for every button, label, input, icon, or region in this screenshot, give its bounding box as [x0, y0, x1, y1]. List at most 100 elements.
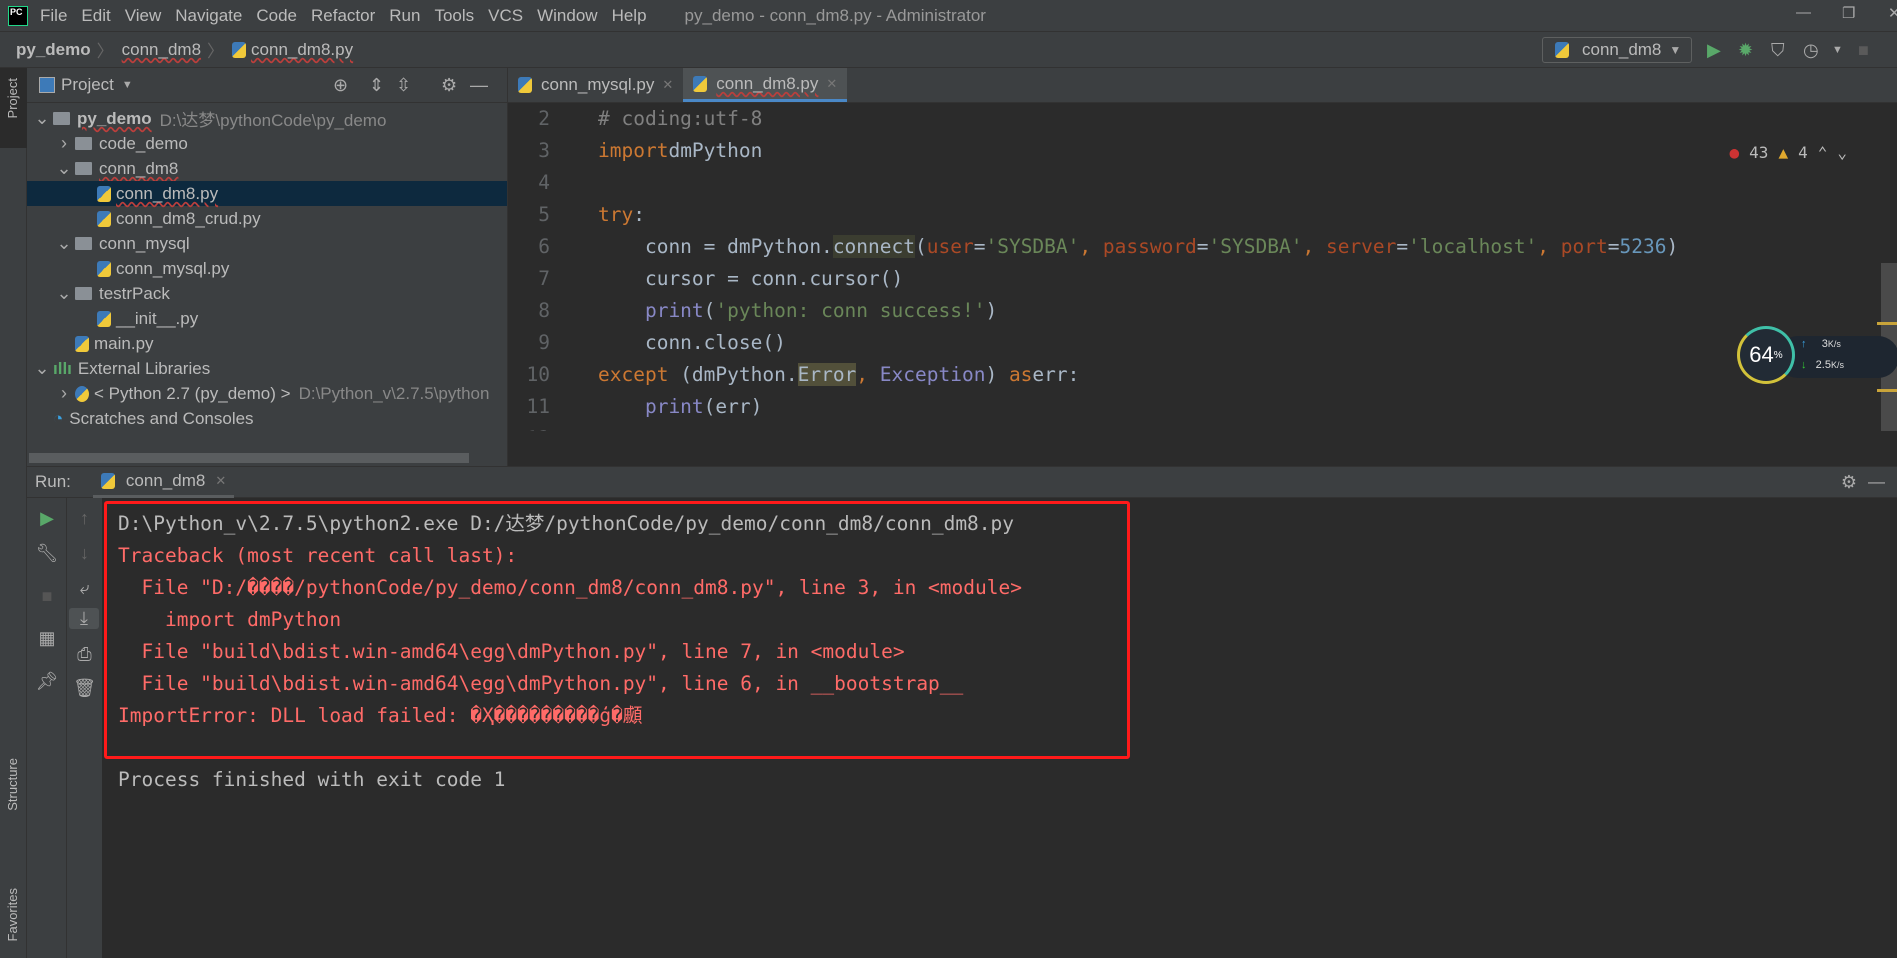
trash-icon[interactable]: 🗑︎: [67, 678, 102, 699]
menu-code[interactable]: Code: [256, 6, 297, 26]
code-text: try:: [598, 199, 645, 231]
line-number: 4: [538, 171, 550, 194]
chevron-right-icon[interactable]: ›: [53, 383, 75, 404]
menu-view[interactable]: View: [125, 6, 162, 26]
menu-bar: PC File Edit View Navigate Code Refactor Run To…: [0, 0, 1897, 32]
favorites-tool-button[interactable]: Favorites: [5, 888, 20, 941]
code-line: 11 print(err): [508, 391, 1897, 423]
tree-item[interactable]: ⌄ ıllı External Libraries: [27, 356, 507, 381]
code-token: port: [1560, 235, 1608, 258]
stop-icon[interactable]: ■: [27, 586, 67, 607]
previous-problem-icon[interactable]: ⌃: [1818, 143, 1828, 162]
stop-icon[interactable]: ■: [1858, 40, 1869, 61]
tab-conn-mysql-py[interactable]: conn_mysql.py ✕: [508, 68, 683, 102]
collapse-all-icon[interactable]: ⇳: [396, 75, 411, 96]
code-token: :: [633, 203, 645, 226]
inspection-widget[interactable]: ● 43 ▲ 4 ⌃ ⌄: [1730, 143, 1847, 162]
folder-icon: [75, 287, 92, 300]
tree-item[interactable]: conn_dm8_crud.py: [27, 206, 507, 231]
run-console[interactable]: D:\Python_v\2.7.5\python2.exe D:/达梦/pyth…: [102, 498, 1897, 958]
gear-icon[interactable]: ⚙: [441, 75, 457, 96]
gear-icon[interactable]: ⚙: [1841, 472, 1857, 493]
close-icon[interactable]: ✕: [662, 77, 673, 93]
layout-icon[interactable]: ▦: [27, 628, 67, 649]
pin-icon[interactable]: 📌︎: [27, 671, 67, 692]
tree-item[interactable]: __init__.py: [27, 306, 507, 331]
rerun-icon[interactable]: ▶: [27, 508, 67, 529]
tree-item[interactable]: › code_demo: [27, 131, 507, 156]
tree-item[interactable]: main.py: [27, 331, 507, 356]
tree-item[interactable]: › < Python 2.7 (py_demo) > D:\Python_v\2.7…: [27, 381, 507, 406]
project-panel-title[interactable]: Project: [61, 75, 114, 95]
code-text: # coding:utf-8: [598, 103, 762, 135]
menu-edit[interactable]: Edit: [81, 6, 110, 26]
warning-icon: ▲: [1778, 143, 1789, 162]
pycharm-logo-icon: PC: [8, 5, 28, 26]
error-count: 43: [1749, 143, 1769, 162]
close-window-button[interactable]: ✕: [1888, 4, 1897, 22]
run-configuration-select[interactable]: conn_dm8 ▼: [1542, 37, 1692, 63]
chevron-down-icon[interactable]: ⌄: [31, 108, 53, 129]
chevron-right-icon[interactable]: ›: [53, 133, 75, 154]
run-icon[interactable]: ▶: [1707, 40, 1721, 61]
code-token: =: [973, 235, 986, 258]
coverage-icon[interactable]: ⛉: [1771, 40, 1785, 61]
soft-wrap-icon[interactable]: ⤶: [67, 578, 102, 599]
code-area[interactable]: 2 # coding:utf-8 3 importdmPython 4 5 try: 6 co…: [508, 103, 1897, 431]
code-token: connect: [832, 235, 915, 258]
menu-vcs[interactable]: VCS: [488, 6, 523, 26]
wrench-icon[interactable]: 🔧︎: [27, 543, 67, 564]
tree-item[interactable]: ⌄ testrPack: [27, 281, 507, 306]
tree-item[interactable]: conn_dm8.py: [27, 181, 507, 206]
breadcrumb-project[interactable]: py_demo: [16, 40, 91, 60]
tree-item[interactable]: conn_mysql.py: [27, 256, 507, 281]
tab-conn-dm8-py[interactable]: conn_dm8.py ✕: [683, 68, 848, 102]
project-tool-button[interactable]: Project: [5, 78, 20, 118]
hide-icon[interactable]: —: [470, 75, 488, 96]
tree-item[interactable]: ⌄ py_demo D:\达梦\pythonCode\py_demo: [27, 106, 507, 131]
menu-run[interactable]: Run: [389, 6, 420, 26]
hide-icon[interactable]: —: [1868, 472, 1885, 492]
print-icon[interactable]: ⎙: [67, 644, 102, 665]
menu-window[interactable]: Window: [537, 6, 597, 26]
cpu-unit: %: [1773, 349, 1783, 361]
library-icon: ıllı: [53, 358, 72, 378]
breadcrumb-folder[interactable]: conn_dm8: [122, 40, 201, 60]
project-panel: Project ▼ ⊕ ⇕ ⇳ ⚙ — ⌄ py_demo D:\达梦\python…: [27, 68, 508, 466]
code-line: 9 conn.close(): [508, 327, 1897, 359]
minimize-button[interactable]: —: [1796, 4, 1811, 21]
menu-navigate[interactable]: Navigate: [175, 6, 242, 26]
debug-icon[interactable]: ✹: [1738, 40, 1753, 61]
tree-item[interactable]: ⌄ conn_dm8: [27, 156, 507, 181]
menu-help[interactable]: Help: [612, 6, 647, 26]
locate-icon[interactable]: ⊕: [333, 75, 348, 96]
close-icon[interactable]: ✕: [826, 76, 837, 92]
up-arrow-icon[interactable]: ↑: [67, 508, 102, 529]
chevron-down-icon[interactable]: ⌄: [53, 233, 75, 254]
console-line: Process finished with exit code 1: [118, 768, 506, 791]
breadcrumb-file[interactable]: conn_dm8.py: [251, 40, 353, 60]
chevron-down-icon[interactable]: ⌄: [53, 283, 75, 304]
menu-file[interactable]: File: [40, 6, 67, 26]
chevron-down-icon[interactable]: ⌄: [53, 158, 75, 179]
chevron-down-icon[interactable]: ⌄: [31, 358, 53, 379]
tree-item[interactable]: ◔ Scratches and Consoles: [27, 406, 507, 431]
horizontal-scrollbar[interactable]: [29, 453, 469, 463]
run-tab[interactable]: conn_dm8 ✕: [92, 466, 235, 498]
chevron-down-icon[interactable]: ▼: [1832, 44, 1843, 56]
profile-icon[interactable]: ◷: [1803, 40, 1819, 61]
scroll-to-end-icon[interactable]: ⤓: [69, 608, 99, 629]
run-panel-header: Run: conn_dm8 ✕ ⚙ —: [27, 466, 1897, 498]
menu-tools[interactable]: Tools: [434, 6, 474, 26]
chevron-down-icon[interactable]: ▼: [122, 79, 133, 91]
close-icon[interactable]: ✕: [215, 473, 226, 489]
restore-button[interactable]: ❐: [1842, 4, 1855, 22]
down-arrow-icon[interactable]: ↓: [67, 543, 102, 564]
menu-refactor[interactable]: Refactor: [311, 6, 375, 26]
tree-item[interactable]: ⌄ conn_mysql: [27, 231, 507, 256]
expand-all-icon[interactable]: ⇕: [369, 75, 384, 96]
next-problem-icon[interactable]: ⌄: [1837, 143, 1847, 162]
code-token: user: [926, 235, 974, 258]
structure-tool-button[interactable]: Structure: [5, 758, 20, 811]
tree-item-label: testrPack: [99, 283, 170, 303]
